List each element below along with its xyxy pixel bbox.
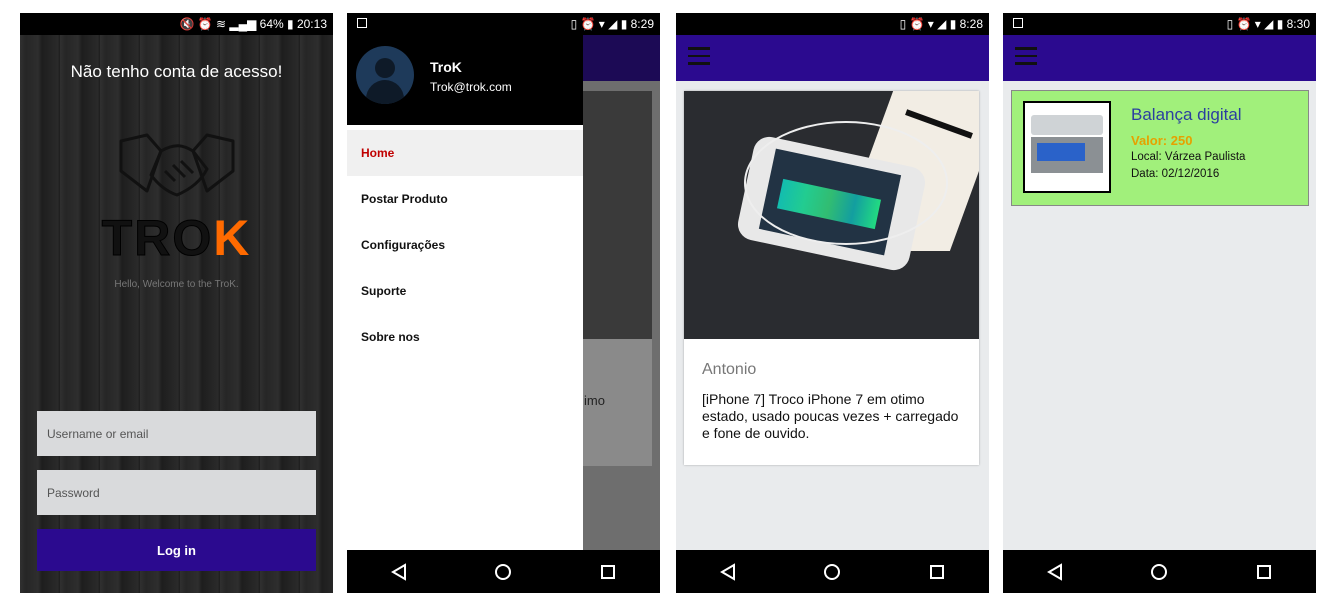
product-title: Balança digital (1131, 105, 1242, 124)
username-field[interactable]: Username or email (37, 411, 316, 456)
logo-prefix: TRO (101, 210, 214, 267)
app-bar (676, 35, 989, 81)
home-circle-icon[interactable] (493, 562, 513, 582)
product-list-item[interactable]: Balança digital Valor: 250 Local: Várzea… (1011, 90, 1309, 206)
password-placeholder: Password (47, 485, 100, 500)
product-value: Valor: 250 (1131, 133, 1193, 148)
back-triangle-icon[interactable] (389, 562, 409, 582)
feed-screen: ▯ ⏰ ▾ ◢ ▮ 8:28 Antonio [iPhone 7] Troco … (676, 13, 989, 593)
system-navbar (676, 550, 989, 593)
welcome-text: Hello, Welcome to the TroK. (114, 279, 239, 290)
trok-logo: TROK (20, 209, 333, 267)
status-bar: ▯ ⏰ ▾ ◢ ▮ 8:29 (347, 13, 660, 35)
system-navbar (1003, 550, 1316, 593)
dimmed-text: imo (584, 393, 605, 408)
home-circle-icon[interactable] (822, 562, 842, 582)
avatar[interactable] (356, 46, 414, 104)
product-card[interactable]: Antonio [iPhone 7] Troco iPhone 7 em oti… (684, 91, 979, 465)
image-notification-icon (1013, 18, 1023, 28)
status-text: ▯ ⏰ ▾ ◢ ▮ 8:28 (899, 17, 983, 31)
status-bar: ▯ ⏰ ▾ ◢ ▮ 8:28 (676, 13, 989, 35)
status-bar: ▯ ⏰ ▾ ◢ ▮ 8:30 (1003, 13, 1316, 35)
list-screen: ▯ ⏰ ▾ ◢ ▮ 8:30 Balança digital Valor: 25… (1003, 13, 1316, 593)
drawer-screen: imo TroK Trok@trok.com Home Postar Produ… (347, 13, 660, 593)
drawer-user-name: TroK (430, 59, 462, 75)
no-account-link[interactable]: Não tenho conta de acesso! (20, 62, 333, 82)
login-button[interactable]: Log in (37, 529, 316, 571)
menu-item-configuracoes[interactable]: Configurações (347, 222, 583, 268)
login-screen: 🔇 ⏰ ≋ ▂▄▆ 64% ▮ 20:13 Não tenho conta de… (20, 13, 333, 593)
dimmed-appbar (583, 35, 660, 81)
menu-item-home[interactable]: Home (347, 130, 583, 176)
menu-item-suporte[interactable]: Suporte (347, 268, 583, 314)
back-triangle-icon[interactable] (1045, 562, 1065, 582)
product-thumbnail (1023, 101, 1111, 193)
menu-item-postar-produto[interactable]: Postar Produto (347, 176, 583, 222)
product-location: Local: Várzea Paulista (1131, 151, 1246, 163)
username-placeholder: Username or email (47, 426, 149, 441)
menu-item-sobre-nos[interactable]: Sobre nos (347, 314, 583, 360)
status-text: 🔇 ⏰ ≋ ▂▄▆ 64% ▮ 20:13 (179, 17, 327, 31)
card-author: Antonio (702, 361, 757, 378)
image-notification-icon (357, 18, 367, 28)
menu-icon[interactable] (688, 47, 710, 65)
recents-square-icon[interactable] (1254, 562, 1274, 582)
status-bar: 🔇 ⏰ ≋ ▂▄▆ 64% ▮ 20:13 (20, 13, 333, 35)
status-text: ▯ ⏰ ▾ ◢ ▮ 8:30 (1226, 17, 1310, 31)
system-navbar (347, 550, 660, 593)
recents-square-icon[interactable] (598, 562, 618, 582)
menu-icon[interactable] (1015, 47, 1037, 65)
recents-square-icon[interactable] (927, 562, 947, 582)
home-circle-icon[interactable] (1149, 562, 1169, 582)
logo-suffix: K (213, 210, 252, 266)
password-field[interactable]: Password (37, 470, 316, 515)
back-triangle-icon[interactable] (718, 562, 738, 582)
card-description: [iPhone 7] Troco iPhone 7 em otimo estad… (702, 391, 959, 441)
status-text: ▯ ⏰ ▾ ◢ ▮ 8:29 (570, 17, 654, 31)
product-date: Data: 02/12/2016 (1131, 168, 1220, 180)
app-bar (1003, 35, 1316, 81)
product-photo (684, 91, 979, 339)
dimmed-photo (583, 91, 652, 339)
drawer-user-email: Trok@trok.com (430, 80, 512, 94)
handshake-icon (119, 133, 235, 197)
navigation-drawer: TroK Trok@trok.com Home Postar Produto C… (347, 13, 583, 550)
